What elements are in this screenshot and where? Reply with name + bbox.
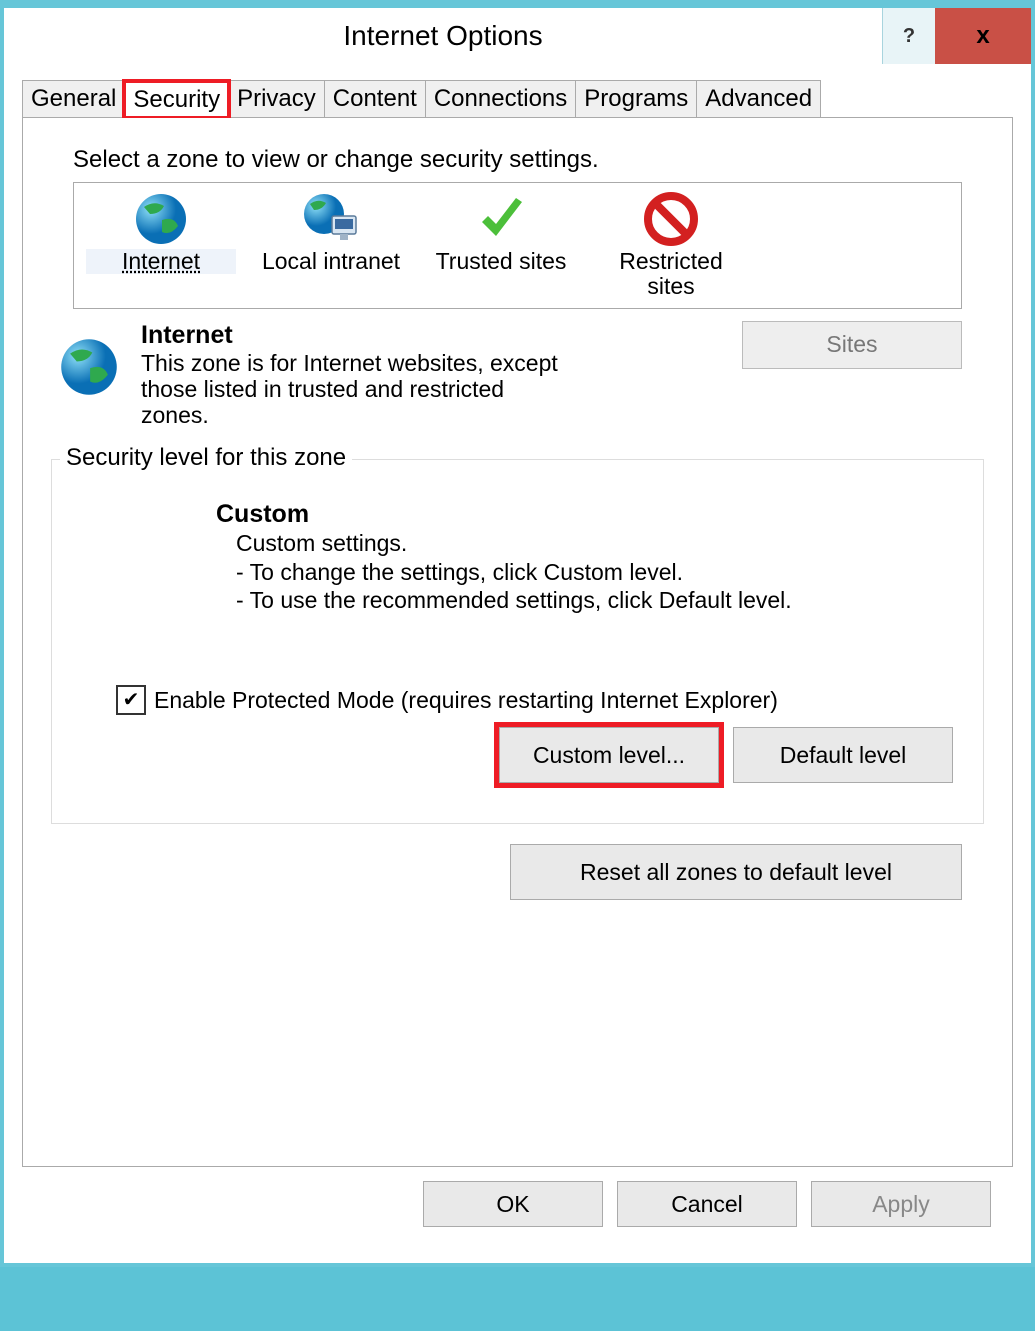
tab-security[interactable]: Security: [124, 81, 229, 118]
cancel-button[interactable]: Cancel: [617, 1181, 797, 1227]
close-button[interactable]: x: [935, 8, 1031, 64]
reset-all-zones-button[interactable]: Reset all zones to default level: [510, 844, 962, 900]
window-title: Internet Options: [4, 20, 882, 52]
zones-list: Internet Local intranet: [73, 182, 962, 309]
tab-connections[interactable]: Connections: [425, 80, 576, 117]
level-block: Custom Custom settings. - To change the …: [216, 500, 959, 615]
level-buttons: Custom level... Default level: [76, 727, 953, 783]
level-title: Custom: [216, 500, 959, 529]
default-level-button[interactable]: Default level: [733, 727, 953, 783]
zone-restricted-sites[interactable]: Restricted sites: [596, 191, 746, 300]
zone-description-row: Internet This zone is for Internet websi…: [53, 321, 962, 429]
apply-button[interactable]: Apply: [811, 1181, 991, 1227]
zone-internet-label: Internet: [86, 249, 236, 274]
zone-prompt: Select a zone to view or change security…: [73, 146, 992, 174]
ok-button[interactable]: OK: [423, 1181, 603, 1227]
zone-description-body: This zone is for Internet websites, exce…: [141, 350, 571, 429]
protected-mode-label: Enable Protected Mode (requires restarti…: [154, 687, 778, 714]
security-level-legend: Security level for this zone: [60, 444, 352, 472]
tab-general[interactable]: General: [22, 80, 125, 117]
security-panel: Select a zone to view or change security…: [22, 118, 1013, 1167]
security-level-group: Security level for this zone Custom Cust…: [51, 459, 984, 824]
globe-icon: [86, 191, 236, 247]
level-line: Custom settings.: [236, 529, 959, 558]
level-line: - To change the settings, click Custom l…: [236, 558, 959, 587]
checkmark-icon: [426, 191, 576, 247]
tab-privacy[interactable]: Privacy: [228, 80, 325, 117]
zone-internet[interactable]: Internet: [86, 191, 236, 300]
intranet-icon: [256, 191, 406, 247]
zone-description-title: Internet: [141, 321, 726, 350]
custom-level-button[interactable]: Custom level...: [499, 727, 719, 783]
titlebar: Internet Options ? x: [4, 4, 1031, 64]
zone-local-intranet-label: Local intranet: [256, 249, 406, 274]
sites-button[interactable]: Sites: [742, 321, 962, 369]
help-button[interactable]: ?: [882, 8, 935, 64]
protected-mode-checkbox[interactable]: [116, 685, 146, 715]
level-lines: Custom settings. - To change the setting…: [236, 529, 959, 615]
zone-restricted-sites-label: Restricted sites: [596, 249, 746, 300]
tab-content[interactable]: Content: [324, 80, 426, 117]
zone-trusted-sites[interactable]: Trusted sites: [426, 191, 576, 300]
content-area: General Security Privacy Content Connect…: [4, 64, 1031, 1263]
internet-options-window: Internet Options ? x General Security Pr…: [0, 0, 1035, 1267]
protected-mode-row[interactable]: Enable Protected Mode (requires restarti…: [116, 685, 959, 715]
zone-trusted-sites-label: Trusted sites: [426, 249, 576, 274]
tab-programs[interactable]: Programs: [575, 80, 697, 117]
tab-strip: General Security Privacy Content Connect…: [22, 80, 1013, 118]
restricted-icon: [596, 191, 746, 247]
zone-local-intranet[interactable]: Local intranet: [256, 191, 406, 300]
tab-advanced[interactable]: Advanced: [696, 80, 821, 117]
dialog-buttons: OK Cancel Apply: [22, 1167, 1013, 1247]
level-line: - To use the recommended settings, click…: [236, 586, 959, 615]
reset-row: Reset all zones to default level: [43, 844, 962, 900]
zone-description-icon: [53, 321, 125, 429]
